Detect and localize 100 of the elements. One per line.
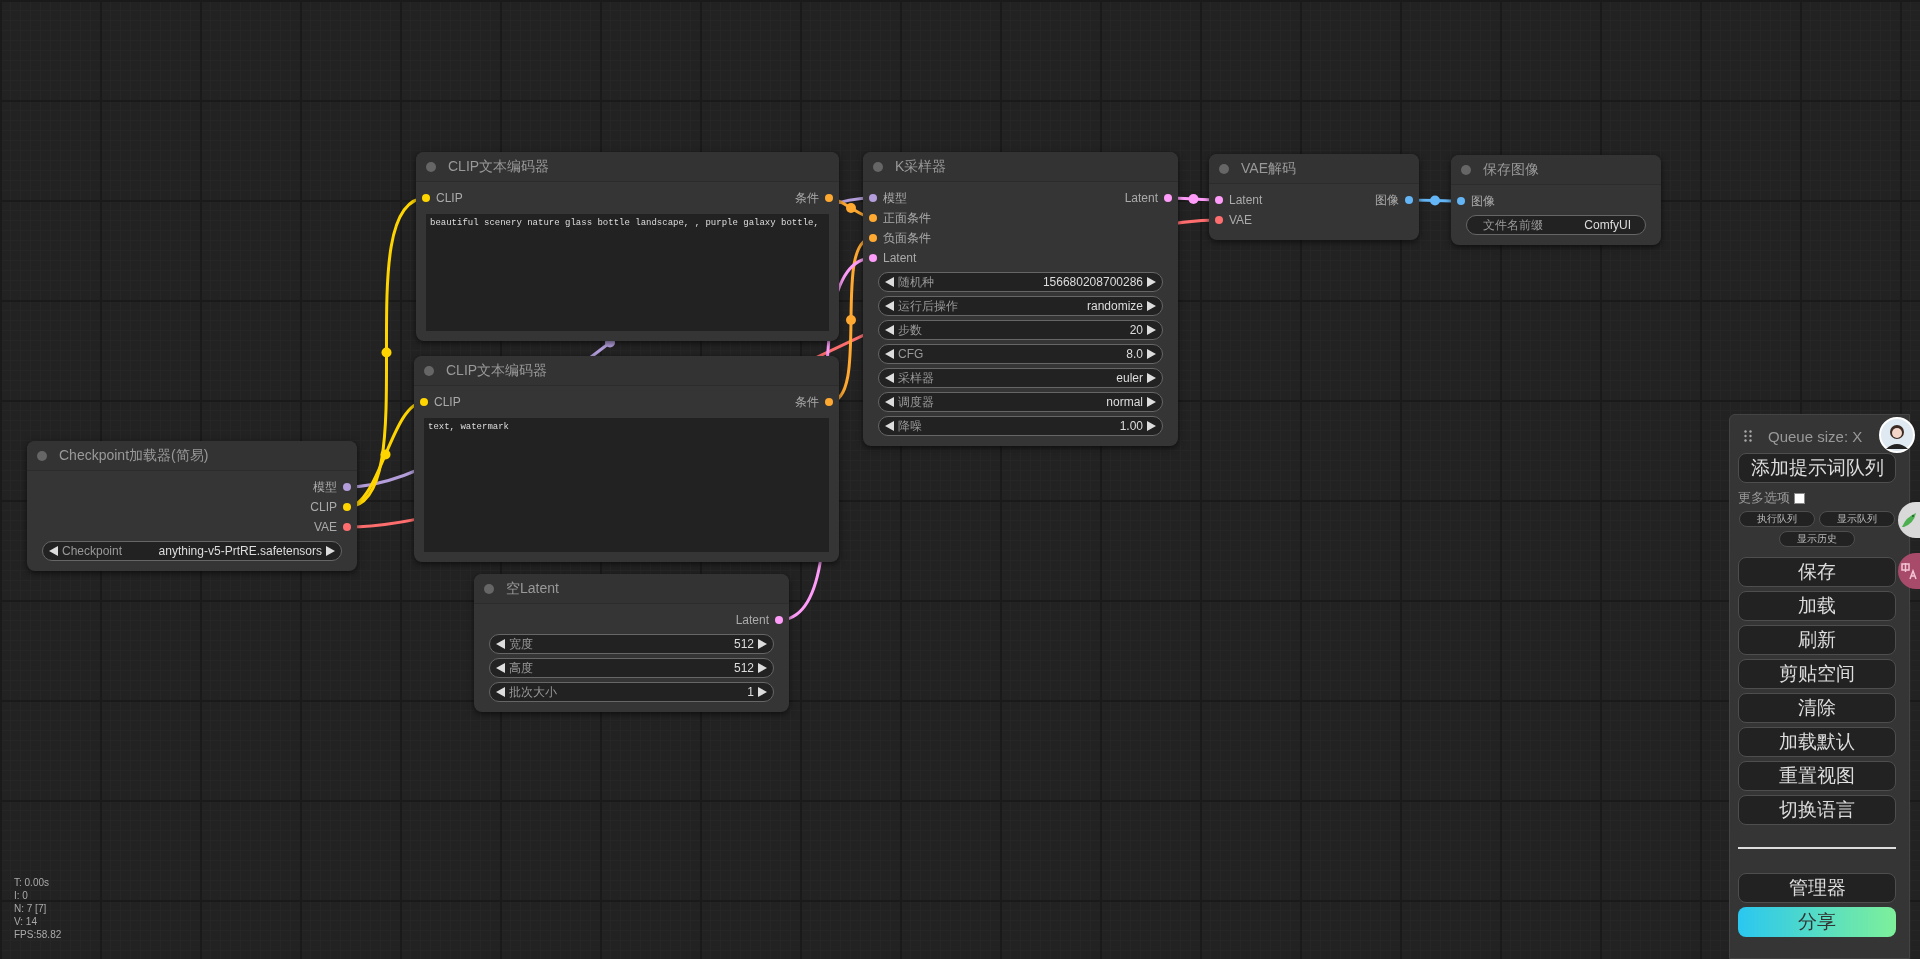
output-slot[interactable] — [825, 194, 833, 202]
input-slot[interactable] — [869, 194, 877, 202]
small-button[interactable]: 显示队列 — [1819, 511, 1895, 527]
more-options-checkbox[interactable] — [1794, 492, 1805, 504]
node-panel[interactable]: 空Latent Latent 宽度 512 高度 512 批次大小 1 — [474, 574, 789, 712]
manager-button[interactable]: 管理器 — [1738, 873, 1896, 903]
input-slot[interactable] — [1215, 196, 1223, 204]
slot-label: 模型 — [313, 478, 337, 496]
input-slot[interactable] — [420, 398, 428, 406]
slot-label: 条件 — [795, 189, 819, 207]
right-arrow-icon[interactable] — [1147, 301, 1156, 311]
node-dot-icon[interactable] — [873, 161, 883, 172]
slot-label: Latent — [1124, 191, 1158, 205]
menu-button[interactable]: 切换语言 — [1738, 795, 1896, 825]
small-button[interactable]: 显示历史 — [1779, 531, 1855, 547]
menu-button[interactable]: 刷新 — [1738, 625, 1896, 655]
node-dot-icon[interactable] — [1461, 164, 1471, 175]
text-widget[interactable]: 文件名前缀 ComfyUI — [1466, 215, 1646, 235]
combo-widget[interactable]: 调度器 normal — [878, 392, 1163, 412]
input-slot[interactable] — [869, 234, 877, 242]
slot-label: 正面条件 — [883, 209, 931, 227]
number-widget[interactable]: 降噪 1.00 — [878, 416, 1163, 436]
left-arrow-icon[interactable] — [885, 349, 894, 359]
right-arrow-icon[interactable] — [1147, 373, 1156, 383]
output-slot[interactable] — [825, 398, 833, 406]
output-slot[interactable] — [343, 523, 351, 531]
input-slot[interactable] — [422, 194, 430, 202]
slot-label: CLIP — [434, 395, 461, 409]
right-arrow-icon[interactable] — [1147, 325, 1156, 335]
menu-button[interactable]: 重置视图 — [1738, 761, 1896, 791]
prompt-text-field[interactable]: beautiful scenery nature glass bottle landscape, , purple galaxy bottle, — [426, 214, 829, 331]
menu-button[interactable]: 加载默认 — [1738, 727, 1896, 757]
right-arrow-icon[interactable] — [1147, 397, 1156, 407]
node-dot-icon[interactable] — [484, 583, 494, 594]
left-arrow-icon[interactable] — [49, 546, 58, 556]
input-slot[interactable] — [869, 254, 877, 262]
node-panel[interactable]: CLIP文本编码器 CLIP 条件 text, watermark — [414, 356, 839, 562]
left-arrow-icon[interactable] — [885, 421, 894, 431]
right-arrow-icon[interactable] — [1147, 421, 1156, 431]
right-arrow-icon[interactable] — [758, 639, 767, 649]
input-slot[interactable] — [1215, 216, 1223, 224]
menu-button[interactable]: 加载 — [1738, 591, 1896, 621]
left-arrow-icon[interactable] — [885, 301, 894, 311]
combo-widget[interactable]: 采样器 euler — [878, 368, 1163, 388]
node-panel[interactable]: K采样器 模型 Latent 正面条件 负面条件 Latent 随机种 156680208700286 运行后操作 randomize 步数 20 CFG 8.0 采样器 euler 调度器 normal 降噪 1.00 — [863, 152, 1178, 446]
combo-widget[interactable]: 运行后操作 randomize — [878, 296, 1163, 316]
node-dot-icon[interactable] — [424, 365, 434, 376]
output-slot[interactable] — [775, 616, 783, 624]
output-slot[interactable] — [1164, 194, 1172, 202]
share-button[interactable]: 分享 — [1738, 907, 1896, 937]
left-arrow-icon[interactable] — [496, 639, 505, 649]
small-button[interactable]: 执行队列 — [1739, 511, 1815, 527]
drag-handle-icon[interactable] — [1744, 430, 1752, 442]
menu-button[interactable]: 清除 — [1738, 693, 1896, 723]
slot-label: CLIP — [436, 191, 463, 205]
translate-icon — [1900, 562, 1918, 580]
left-arrow-icon[interactable] — [496, 663, 505, 673]
right-arrow-icon[interactable] — [758, 687, 767, 697]
left-arrow-icon[interactable] — [885, 277, 894, 287]
node-title: CLIP文本编码器 — [446, 361, 548, 380]
node-panel[interactable]: 保存图像 图像 文件名前缀 ComfyUI — [1451, 155, 1661, 245]
node-dot-icon[interactable] — [1219, 163, 1229, 174]
queue-prompt-button[interactable]: 添加提示词队列 — [1738, 453, 1896, 483]
menu-button[interactable]: 保存 — [1738, 557, 1896, 587]
node-panel[interactable]: Checkpoint加载器(简易) 模型 CLIP VAE Checkpoint anything-v5-PrtRE.safetensors — [27, 441, 357, 571]
number-widget[interactable]: 宽度 512 — [489, 634, 774, 654]
slot-label: Latent — [735, 613, 769, 627]
avatar[interactable] — [1879, 417, 1915, 453]
slot-label: 条件 — [795, 393, 819, 411]
node-panel[interactable]: VAE解码 Latent 图像 VAE — [1209, 154, 1419, 240]
number-widget[interactable]: 批次大小 1 — [489, 682, 774, 702]
slot-label: CLIP — [310, 500, 337, 514]
node-dot-icon[interactable] — [426, 161, 436, 172]
number-widget[interactable]: CFG 8.0 — [878, 344, 1163, 364]
input-slot[interactable] — [1457, 197, 1465, 205]
number-widget[interactable]: 步数 20 — [878, 320, 1163, 340]
slot-label: 模型 — [883, 189, 907, 207]
stats-line: FPS:58.82 — [14, 928, 62, 941]
node-title: K采样器 — [895, 157, 947, 176]
right-arrow-icon[interactable] — [1147, 349, 1156, 359]
node-title: 保存图像 — [1483, 160, 1539, 179]
node-dot-icon[interactable] — [37, 450, 47, 461]
input-slot[interactable] — [869, 214, 877, 222]
left-arrow-icon[interactable] — [885, 397, 894, 407]
left-arrow-icon[interactable] — [885, 373, 894, 383]
number-widget[interactable]: 高度 512 — [489, 658, 774, 678]
left-arrow-icon[interactable] — [496, 687, 505, 697]
right-arrow-icon[interactable] — [326, 546, 335, 556]
prompt-text-field[interactable]: text, watermark — [424, 418, 829, 552]
number-widget[interactable]: 随机种 156680208700286 — [878, 272, 1163, 292]
output-slot[interactable] — [1405, 196, 1413, 204]
output-slot[interactable] — [343, 503, 351, 511]
left-arrow-icon[interactable] — [885, 325, 894, 335]
right-arrow-icon[interactable] — [1147, 277, 1156, 287]
stats-line: T: 0.00s — [14, 876, 51, 889]
node-panel[interactable]: CLIP文本编码器 CLIP 条件 beautiful scenery nature glass bottle landscape, , purple galaxy bottle, — [416, 152, 839, 341]
menu-button[interactable]: 剪贴空间 — [1738, 659, 1896, 689]
output-slot[interactable] — [343, 483, 351, 491]
combo-widget[interactable]: Checkpoint anything-v5-PrtRE.safetensors — [42, 541, 342, 561]
right-arrow-icon[interactable] — [758, 663, 767, 673]
